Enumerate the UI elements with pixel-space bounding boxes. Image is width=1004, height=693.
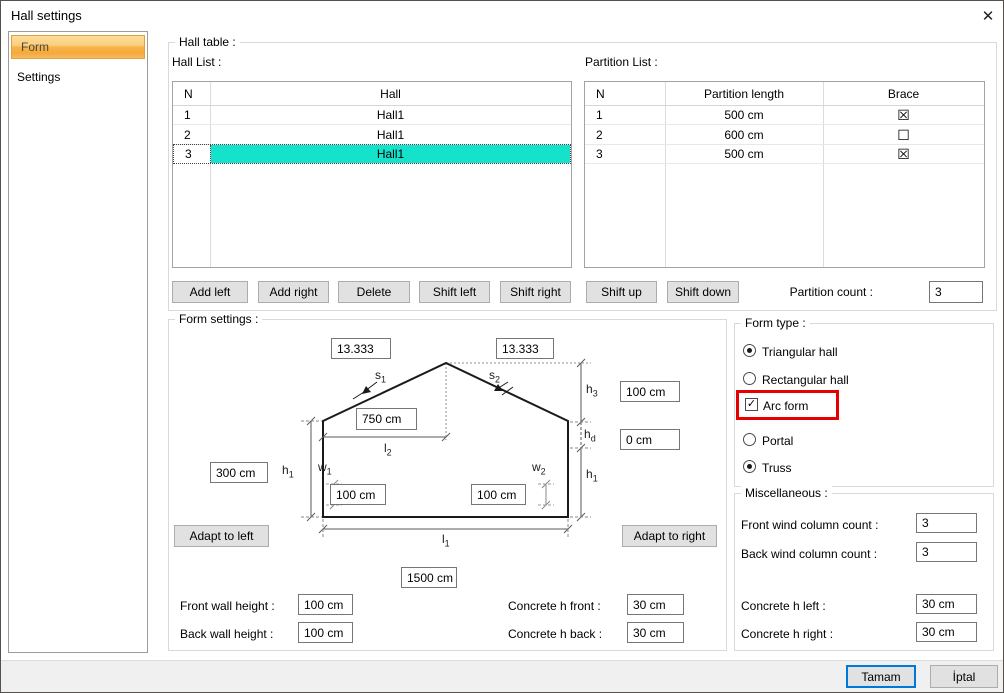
header-partition-length: Partition length: [665, 82, 823, 105]
row-n: 1: [585, 105, 676, 124]
triangular-hall-label[interactable]: Triangular hall: [762, 345, 838, 359]
arc-form-label[interactable]: Arc form: [763, 399, 808, 413]
concrete-h-right-label: Concrete h right :: [741, 627, 833, 641]
row-n: 3: [585, 144, 676, 163]
concrete-h-right-input[interactable]: [916, 622, 977, 642]
adapt-to-right-button[interactable]: Adapt to right: [622, 525, 717, 547]
shift-left-button[interactable]: Shift left: [419, 281, 490, 303]
w1-input[interactable]: [330, 484, 386, 505]
table-row[interactable]: 3 500 cm ☒: [585, 144, 984, 164]
hall-settings-dialog: Hall settings ✕ Form Settings Hall table…: [0, 0, 1004, 693]
table-row[interactable]: 2 600 cm ☐: [585, 125, 984, 145]
h1-right-label: h1: [586, 467, 598, 483]
adapt-to-left-button[interactable]: Adapt to left: [174, 525, 269, 547]
concrete-h-back-label: Concrete h back :: [508, 627, 602, 641]
close-icon[interactable]: ✕: [978, 7, 998, 27]
l1-label: l1: [442, 532, 450, 548]
rectangular-hall-label[interactable]: Rectangular hall: [762, 373, 849, 387]
slope-left-input[interactable]: [331, 338, 391, 359]
arc-form-checkbox[interactable]: ✓: [745, 398, 758, 411]
back-wind-column-count-label: Back wind column count :: [741, 547, 877, 561]
add-right-button[interactable]: Add right: [258, 281, 329, 303]
shift-down-button[interactable]: Shift down: [667, 281, 739, 303]
back-wall-height-label: Back wall height :: [180, 627, 273, 641]
concrete-h-front-input[interactable]: [627, 594, 684, 615]
slope1-label: s1: [375, 368, 386, 384]
h3-input[interactable]: [620, 381, 680, 402]
ridge-offset-input[interactable]: [356, 408, 417, 430]
hd-input[interactable]: [620, 429, 680, 450]
table-row[interactable]: 1 Hall1: [173, 105, 571, 125]
row-length: 500 cm: [665, 144, 823, 163]
header-brace: Brace: [823, 82, 984, 105]
row-hall: Hall1: [210, 105, 571, 124]
span-input[interactable]: [401, 567, 457, 588]
row-hall: Hall1: [210, 125, 571, 144]
delete-button[interactable]: Delete: [338, 281, 410, 303]
row-n: 2: [585, 125, 676, 144]
concrete-h-back-input[interactable]: [627, 622, 684, 643]
front-wind-column-count-input[interactable]: [916, 513, 977, 533]
sidebar: Form Settings: [8, 31, 148, 653]
miscellaneous-group-label: Miscellaneous :: [741, 486, 832, 500]
sidebar-item-settings[interactable]: Settings: [17, 70, 60, 84]
table-row[interactable]: 1 500 cm ☒: [585, 105, 984, 125]
partition-count-label: Partition count :: [746, 281, 873, 303]
row-length: 500 cm: [665, 105, 823, 124]
w2-input[interactable]: [471, 484, 526, 505]
brace-checkbox-icon[interactable]: ☒: [823, 144, 984, 163]
triangular-hall-radio[interactable]: [743, 344, 756, 357]
front-wall-height-label: Front wall height :: [180, 599, 275, 613]
sidebar-item-form[interactable]: Form: [11, 35, 145, 59]
shift-right-button[interactable]: Shift right: [500, 281, 571, 303]
w1-label: w1: [318, 460, 332, 476]
table-row-selected[interactable]: 3 Hall1: [173, 144, 571, 164]
partition-list-label: Partition List :: [585, 55, 658, 69]
partition-list-table: N Partition length Brace 1 500 cm ☒ 2 60…: [584, 81, 985, 268]
brace-checkbox-icon[interactable]: ☐: [823, 125, 984, 144]
row-length: 600 cm: [665, 125, 823, 144]
row-hall: Hall1: [211, 145, 570, 163]
hall-list-table: N Hall 1 Hall1 2 Hall1 3 Hall1: [172, 81, 572, 268]
header-n: N: [585, 82, 676, 105]
concrete-h-left-input[interactable]: [916, 594, 977, 614]
slope-right-input[interactable]: [496, 338, 554, 359]
add-left-button[interactable]: Add left: [172, 281, 248, 303]
w2-label: w2: [532, 460, 546, 476]
h1-left-label: h1: [282, 463, 294, 479]
front-wind-column-count-label: Front wind column count :: [741, 518, 878, 532]
form-type-group-label: Form type :: [741, 316, 810, 330]
hall-list-label: Hall List :: [172, 55, 221, 69]
ok-button[interactable]: Tamam: [846, 665, 916, 688]
l2-label: l2: [384, 441, 392, 457]
truss-radio[interactable]: [743, 460, 756, 473]
hall-table-group-label: Hall table :: [175, 35, 240, 49]
header-hall: Hall: [210, 82, 571, 105]
concrete-h-left-label: Concrete h left :: [741, 599, 826, 613]
slope2-label: s2: [489, 368, 500, 384]
truss-label[interactable]: Truss: [762, 461, 792, 475]
portal-radio[interactable]: [743, 433, 756, 446]
portal-label[interactable]: Portal: [762, 434, 793, 448]
concrete-h-front-label: Concrete h front :: [508, 599, 601, 613]
hall-list-header: N Hall: [173, 82, 571, 106]
table-row[interactable]: 2 Hall1: [173, 125, 571, 145]
shift-up-button[interactable]: Shift up: [586, 281, 657, 303]
left-wall-input[interactable]: [210, 462, 268, 483]
partition-count-input[interactable]: [929, 281, 983, 303]
back-wall-height-input[interactable]: [298, 622, 353, 643]
cancel-button[interactable]: İptal: [930, 665, 998, 688]
partition-list-header: N Partition length Brace: [585, 82, 984, 106]
front-wall-height-input[interactable]: [298, 594, 353, 615]
hd-label: hd: [584, 427, 596, 443]
rectangular-hall-radio[interactable]: [743, 372, 756, 385]
row-n: 3: [174, 145, 211, 163]
brace-checkbox-icon[interactable]: ☒: [823, 105, 984, 124]
dialog-title: Hall settings: [11, 8, 82, 23]
h3-label: h3: [586, 382, 598, 398]
back-wind-column-count-input[interactable]: [916, 542, 977, 562]
